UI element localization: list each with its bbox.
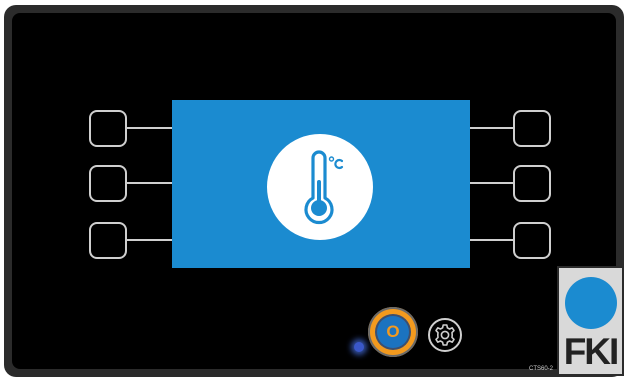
softkey-connector bbox=[127, 239, 172, 241]
softkey-right-3[interactable] bbox=[513, 222, 551, 259]
softkey-connector bbox=[127, 127, 172, 129]
status-led-icon bbox=[354, 342, 364, 352]
softkey-left-2[interactable] bbox=[89, 165, 127, 202]
brand-logo: FKI bbox=[557, 266, 624, 376]
softkey-connector bbox=[470, 127, 515, 129]
softkey-right-1[interactable] bbox=[513, 110, 551, 147]
softkey-left-3[interactable] bbox=[89, 222, 127, 259]
thermometer-celsius-icon bbox=[267, 134, 373, 240]
softkey-left-1[interactable] bbox=[89, 110, 127, 147]
gear-icon bbox=[435, 324, 455, 346]
settings-button[interactable] bbox=[428, 318, 462, 352]
softkey-connector bbox=[470, 182, 515, 184]
logo-dot bbox=[565, 277, 617, 329]
logo-text: FKI bbox=[563, 331, 620, 372]
ok-button[interactable]: O bbox=[368, 307, 418, 357]
softkey-right-2[interactable] bbox=[513, 165, 551, 202]
softkey-connector bbox=[127, 182, 172, 184]
softkey-connector bbox=[470, 239, 515, 241]
ok-button-label: O bbox=[377, 316, 409, 348]
model-code: CTS60-2 bbox=[529, 366, 554, 372]
